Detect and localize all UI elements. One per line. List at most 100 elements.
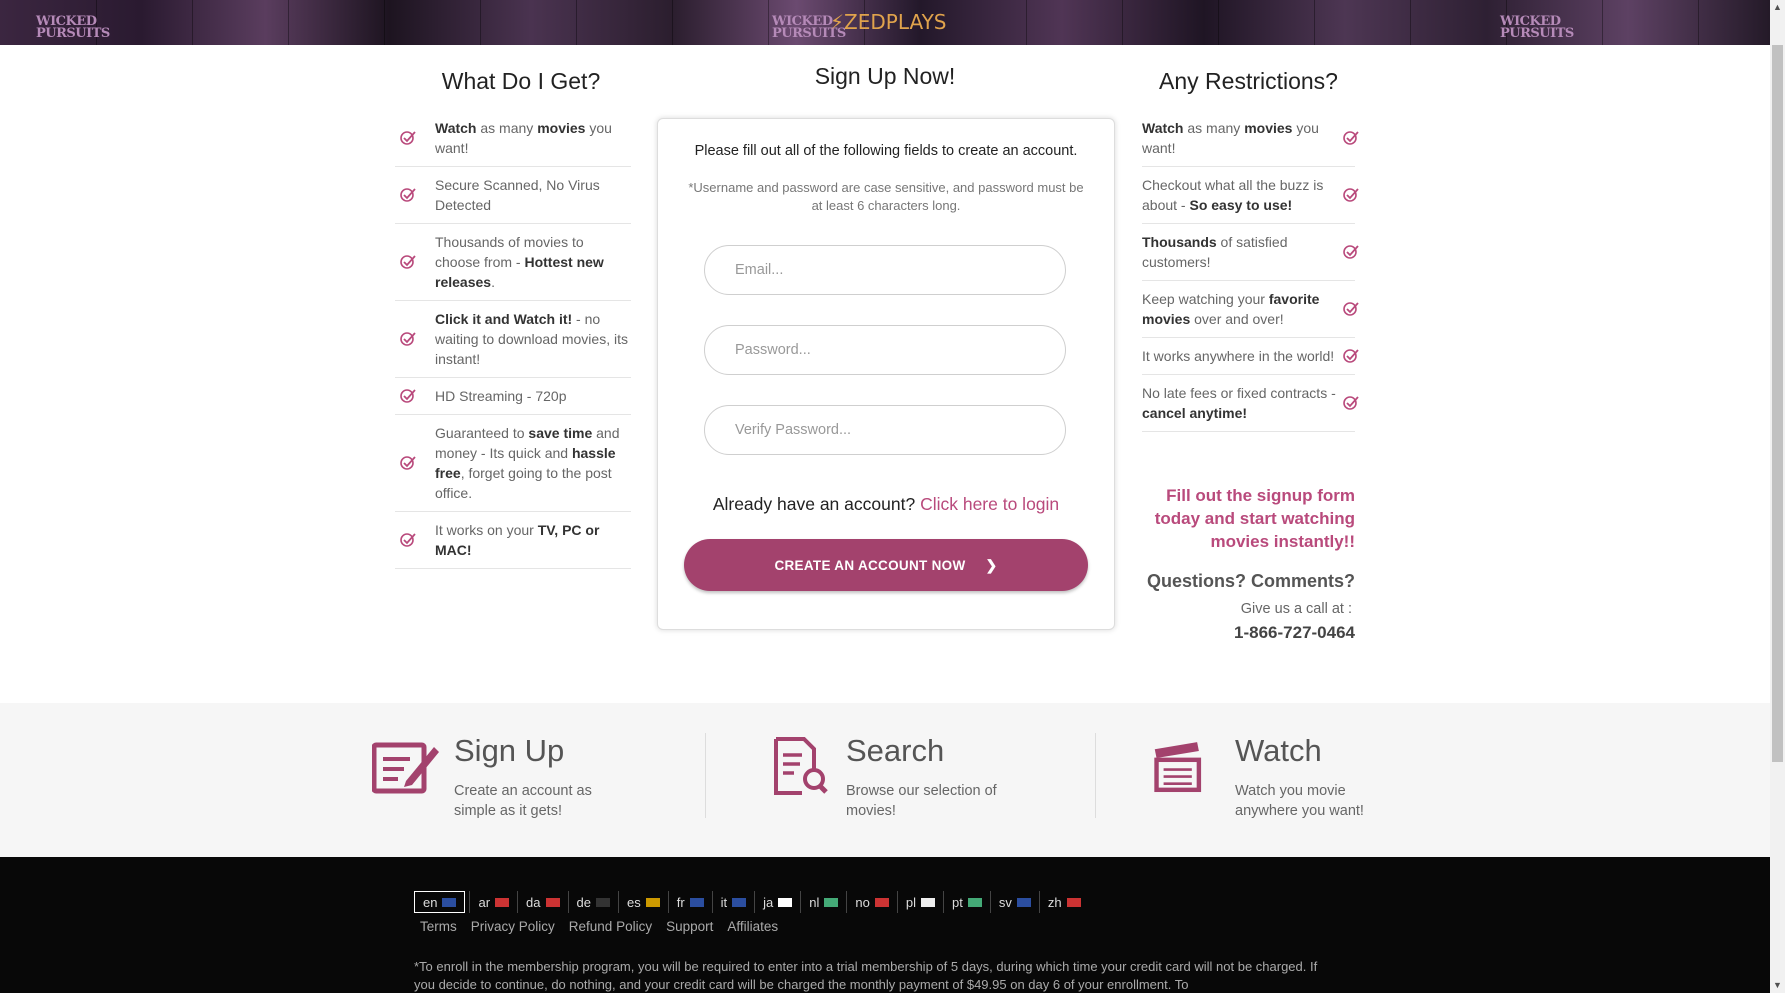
list-item: HD Streaming - 720p bbox=[395, 378, 631, 415]
check-circle-icon bbox=[400, 130, 416, 146]
language-option-en[interactable]: en bbox=[414, 891, 466, 913]
password-input[interactable] bbox=[704, 325, 1066, 375]
text-fragment: Secure Scanned, No Virus Detected bbox=[435, 177, 600, 213]
text-fragment: It works anywhere in the world! bbox=[1142, 348, 1335, 364]
step-desc: Watch you movie anywhere you want! bbox=[1235, 783, 1364, 819]
step-title: Search bbox=[846, 733, 945, 768]
list-item-text: Checkout what all the buzz is about - So… bbox=[1142, 177, 1323, 213]
bold-text: Thousands bbox=[1142, 234, 1217, 250]
login-link[interactable]: Click here to login bbox=[920, 494, 1059, 514]
how-it-works: Sign Up Create an account as simple as i… bbox=[0, 703, 1770, 857]
bold-text: Watch bbox=[1142, 120, 1184, 136]
email-input[interactable] bbox=[704, 245, 1066, 295]
benefits-list: Watch as many movies you want! Secure Sca… bbox=[395, 110, 631, 569]
text-fragment: Guaranteed to bbox=[435, 425, 529, 441]
flag-icon bbox=[495, 897, 510, 907]
flag-icon bbox=[874, 897, 889, 907]
check-circle-icon bbox=[400, 388, 416, 404]
language-code: fr bbox=[676, 894, 685, 910]
divider bbox=[1095, 733, 1096, 818]
list-item: Watch as many movies you want! bbox=[395, 110, 631, 167]
footer: en ar da de es fr it ja nl no pl pt sv zh Terms Privac… bbox=[0, 857, 1770, 993]
footer-link[interactable]: Privacy Policy bbox=[471, 919, 555, 934]
language-option-zh[interactable]: zh bbox=[1038, 891, 1089, 913]
language-option-sv[interactable]: sv bbox=[989, 891, 1039, 913]
site-logo[interactable]: ⚡ZEDPLAYS bbox=[830, 10, 947, 34]
top-banner: WICKED PURSUITS WICKED PURSUITS WICKED P… bbox=[0, 0, 1770, 45]
signup-form-icon bbox=[372, 742, 439, 794]
language-option-no[interactable]: no bbox=[846, 891, 896, 913]
signup-form: Please fill out all of the following fie… bbox=[657, 118, 1115, 630]
list-item: Click it and Watch it! - no waiting to d… bbox=[395, 301, 631, 378]
list-item-text: Thousands of satisfied customers! bbox=[1142, 234, 1288, 270]
language-option-de[interactable]: de bbox=[567, 891, 618, 913]
divider bbox=[705, 733, 706, 818]
list-item: Thousands of satisfied customers! bbox=[1142, 224, 1359, 281]
flag-icon bbox=[778, 897, 793, 907]
check-circle-icon bbox=[1343, 395, 1359, 411]
language-option-ja[interactable]: ja bbox=[754, 891, 800, 913]
footer-link[interactable]: Affiliates bbox=[727, 919, 778, 934]
check-circle-icon bbox=[400, 187, 416, 203]
text-fragment: . bbox=[491, 274, 495, 290]
list-item: No late fees or fixed contracts - cancel… bbox=[1142, 375, 1359, 432]
list-item: Watch as many movies you want! bbox=[1142, 110, 1359, 167]
flag-icon bbox=[595, 897, 610, 907]
signup-title: Sign Up Now! bbox=[814, 63, 956, 89]
scroll-up-arrow-icon[interactable]: ▲ bbox=[1770, 0, 1785, 15]
list-item-text: It works anywhere in the world! bbox=[1142, 348, 1334, 364]
search-document-icon bbox=[774, 737, 828, 795]
language-code: de bbox=[576, 894, 591, 910]
poster-tag: WICKED PURSUITS bbox=[1500, 14, 1574, 41]
scrollbar-thumb[interactable] bbox=[1772, 45, 1783, 762]
verify-password-input[interactable] bbox=[704, 405, 1066, 455]
flag-icon bbox=[545, 897, 560, 907]
footer-links: Terms Privacy Policy Refund Policy Support A… bbox=[420, 919, 778, 934]
create-account-button[interactable]: CREATE AN ACCOUNT NOW ❯ bbox=[684, 539, 1088, 591]
footer-link[interactable]: Refund Policy bbox=[569, 919, 652, 934]
create-account-label: CREATE AN ACCOUNT NOW bbox=[774, 557, 966, 573]
check-circle-icon bbox=[400, 254, 416, 270]
language-option-fr[interactable]: fr bbox=[667, 891, 712, 913]
text-fragment: over and over! bbox=[1190, 311, 1284, 327]
bold-text: Watch bbox=[435, 120, 477, 136]
text-fragment: HD Streaming - 720p bbox=[435, 388, 567, 404]
language-code: da bbox=[526, 894, 541, 910]
list-item: Secure Scanned, No Virus Detected bbox=[395, 167, 631, 224]
login-prompt: Already have an account? Click here to l… bbox=[658, 494, 1114, 515]
list-item: Checkout what all the buzz is about - So… bbox=[1142, 167, 1359, 224]
language-code: ja bbox=[763, 894, 774, 910]
step-title: Watch bbox=[1235, 733, 1322, 768]
language-code: en bbox=[423, 894, 438, 910]
disclaimer: *To enroll in the membership program, yo… bbox=[414, 959, 1318, 992]
language-option-pt[interactable]: pt bbox=[943, 891, 990, 913]
footer-link[interactable]: Terms bbox=[420, 919, 457, 934]
phone-number[interactable]: 1-866-727-0464 bbox=[1140, 623, 1355, 643]
bold-text: movies bbox=[1244, 120, 1293, 136]
flag-icon bbox=[967, 897, 982, 907]
scroll-down-arrow-icon[interactable]: ▼ bbox=[1770, 978, 1785, 993]
language-code: sv bbox=[998, 894, 1012, 910]
check-circle-icon bbox=[1343, 244, 1359, 260]
language-code: pt bbox=[952, 894, 963, 910]
language-option-ar[interactable]: ar bbox=[469, 891, 517, 913]
step-desc: Create an account as simple as it gets! bbox=[454, 783, 592, 819]
language-option-pl[interactable]: pl bbox=[896, 891, 943, 913]
logo-text: ZEDPLAYS bbox=[844, 10, 947, 34]
text-fragment: No late fees or fixed contracts - bbox=[1142, 385, 1336, 401]
language-option-es[interactable]: es bbox=[617, 891, 668, 913]
clapperboard-icon bbox=[1154, 742, 1202, 793]
footer-link[interactable]: Support bbox=[666, 919, 713, 934]
text-fragment: , forget going to the post office. bbox=[435, 465, 612, 501]
list-item-text: Guaranteed to save time and money - Its … bbox=[435, 425, 619, 501]
list-item-text: Watch as many movies you want! bbox=[435, 120, 612, 156]
check-circle-icon bbox=[1343, 187, 1359, 203]
language-option-it[interactable]: it bbox=[711, 891, 755, 913]
language-option-da[interactable]: da bbox=[517, 891, 567, 913]
check-circle-icon bbox=[400, 532, 416, 548]
check-circle-icon bbox=[1343, 130, 1359, 146]
language-option-nl[interactable]: nl bbox=[800, 891, 846, 913]
check-circle-icon bbox=[1343, 348, 1359, 364]
left-column-title: What Do I Get? bbox=[441, 68, 601, 94]
login-prompt-text: Already have an account? bbox=[712, 494, 916, 514]
